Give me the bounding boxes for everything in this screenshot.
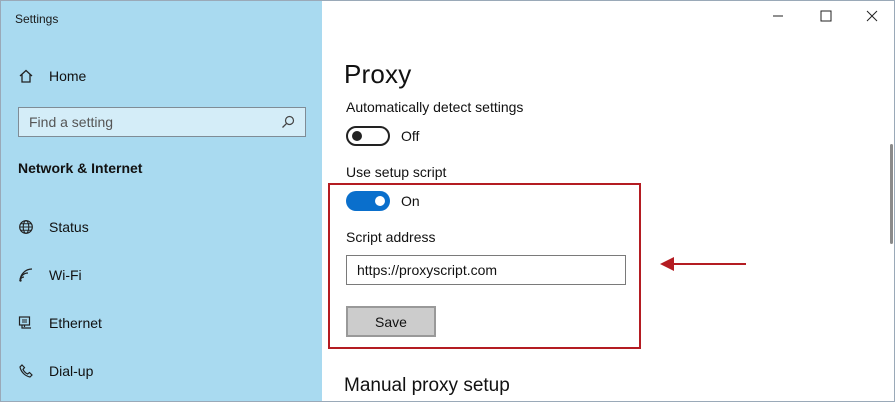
script-address-input[interactable] xyxy=(346,255,626,285)
sidebar-item-wifi[interactable]: Wi-Fi xyxy=(17,263,297,287)
phone-icon xyxy=(17,362,35,380)
app-title: Settings xyxy=(15,12,59,26)
setup-script-state: On xyxy=(401,193,420,209)
sidebar-item-status[interactable]: Status xyxy=(17,215,297,239)
manual-proxy-title: Manual proxy setup xyxy=(344,375,510,396)
sidebar-item-label: Wi-Fi xyxy=(49,267,82,283)
sidebar: Settings Home Network & Internet Status xyxy=(1,1,322,401)
sidebar-item-dialup[interactable]: Dial-up xyxy=(17,359,297,383)
sidebar-item-ethernet[interactable]: Ethernet xyxy=(17,311,297,335)
sidebar-item-label: Status xyxy=(49,219,89,235)
auto-detect-toggle[interactable] xyxy=(346,126,390,146)
toggle-knob xyxy=(352,131,362,141)
setup-script-label: Use setup script xyxy=(346,164,447,180)
section-title: Network & Internet xyxy=(18,160,143,176)
wifi-icon xyxy=(17,266,35,284)
home-icon xyxy=(17,67,35,85)
auto-detect-label: Automatically detect settings xyxy=(346,99,524,115)
globe-icon xyxy=(17,218,35,236)
nav-home-label: Home xyxy=(49,68,87,84)
nav-home[interactable]: Home xyxy=(17,65,297,87)
search-box[interactable] xyxy=(18,107,306,137)
search-icon[interactable] xyxy=(279,113,297,131)
auto-detect-toggle-row: Off xyxy=(346,126,419,146)
setup-script-toggle-row: On xyxy=(346,191,420,211)
sidebar-item-label: Dial-up xyxy=(49,363,94,379)
sidebar-item-label: Ethernet xyxy=(49,315,102,331)
page-title: Proxy xyxy=(344,59,412,89)
save-button[interactable]: Save xyxy=(346,306,436,337)
content-pane: Proxy Automatically detect settings Off … xyxy=(322,1,894,401)
auto-detect-state: Off xyxy=(401,128,420,144)
ethernet-icon xyxy=(17,314,35,332)
toggle-knob xyxy=(375,196,385,206)
settings-window: Settings Home Network & Internet Status xyxy=(0,0,895,402)
arrow-left-icon xyxy=(658,254,748,279)
search-input[interactable] xyxy=(29,114,279,130)
setup-script-toggle[interactable] xyxy=(346,191,390,211)
script-address-label: Script address xyxy=(346,229,436,245)
scrollbar-thumb[interactable] xyxy=(890,144,893,244)
